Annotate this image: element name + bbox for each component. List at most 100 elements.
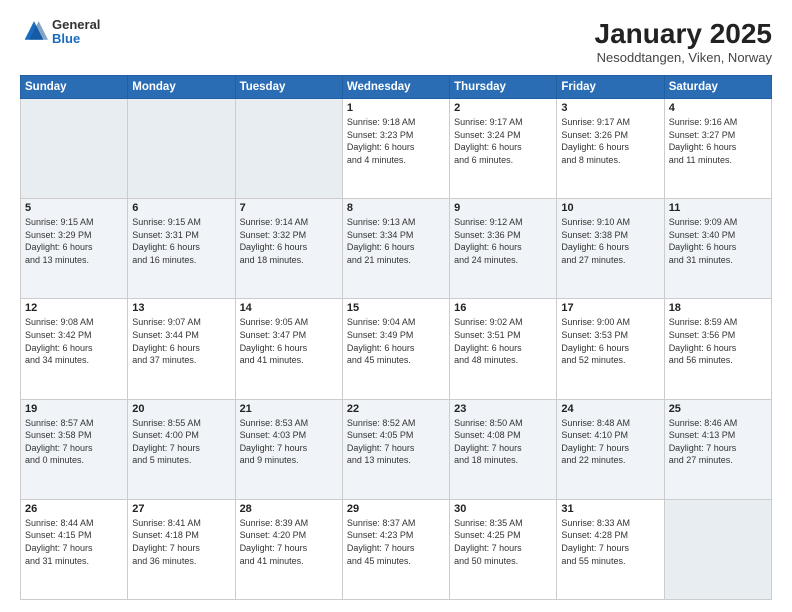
table-row: 7 Sunrise: 9:14 AM Sunset: 3:32 PM Daylig… <box>235 199 342 299</box>
table-row <box>235 99 342 199</box>
table-row: 11Sunrise: 9:09 AM Sunset: 3:40 PM Dayli… <box>664 199 771 299</box>
day-info: Sunrise: 9:09 AM Sunset: 3:40 PM Dayligh… <box>669 216 767 266</box>
table-row: 29 Sunrise: 8:37 AM Sunset: 4:23 PM Dayli… <box>342 499 449 599</box>
calendar-title: January 2025 <box>595 18 772 50</box>
day-info: Sunrise: 9:04 AM Sunset: 3:49 PM Dayligh… <box>347 316 445 366</box>
table-row: 17 Sunrise: 9:00 AM Sunset: 3:53 PM Dayli… <box>557 299 664 399</box>
day-info: Sunrise: 9:18 AM Sunset: 3:23 PM Dayligh… <box>347 116 445 166</box>
logo-general: General <box>52 18 100 32</box>
calendar-week-row: 19Sunrise: 8:57 AM Sunset: 3:58 PM Dayli… <box>21 399 772 499</box>
day-number: 14 <box>240 302 338 314</box>
day-number: 17 <box>561 302 659 314</box>
day-number: 8 <box>347 202 445 214</box>
col-tuesday: Tuesday <box>235 76 342 99</box>
day-number: 23 <box>454 403 552 415</box>
table-row: 1 Sunrise: 9:18 AM Sunset: 3:23 PM Daylig… <box>342 99 449 199</box>
day-number: 2 <box>454 102 552 114</box>
day-info: Sunrise: 9:10 AM Sunset: 3:38 PM Dayligh… <box>561 216 659 266</box>
day-info: Sunrise: 9:17 AM Sunset: 3:26 PM Dayligh… <box>561 116 659 166</box>
day-number: 22 <box>347 403 445 415</box>
day-number: 24 <box>561 403 659 415</box>
day-info: Sunrise: 8:41 AM Sunset: 4:18 PM Dayligh… <box>132 517 230 567</box>
day-number: 3 <box>561 102 659 114</box>
logo: General Blue <box>20 18 100 47</box>
day-info: Sunrise: 8:33 AM Sunset: 4:28 PM Dayligh… <box>561 517 659 567</box>
table-row: 10 Sunrise: 9:10 AM Sunset: 3:38 PM Dayli… <box>557 199 664 299</box>
table-row: 3 Sunrise: 9:17 AM Sunset: 3:26 PM Daylig… <box>557 99 664 199</box>
calendar-header-row: Sunday Monday Tuesday Wednesday Thursday… <box>21 76 772 99</box>
table-row: 2Sunrise: 9:17 AM Sunset: 3:24 PM Daylig… <box>450 99 557 199</box>
day-number: 16 <box>454 302 552 314</box>
calendar-week-row: 12Sunrise: 9:08 AM Sunset: 3:42 PM Dayli… <box>21 299 772 399</box>
table-row: 31 Sunrise: 8:33 AM Sunset: 4:28 PM Dayli… <box>557 499 664 599</box>
day-number: 10 <box>561 202 659 214</box>
day-info: Sunrise: 9:00 AM Sunset: 3:53 PM Dayligh… <box>561 316 659 366</box>
day-number: 4 <box>669 102 767 114</box>
day-info: Sunrise: 8:39 AM Sunset: 4:20 PM Dayligh… <box>240 517 338 567</box>
col-saturday: Saturday <box>664 76 771 99</box>
table-row: 6 Sunrise: 9:15 AM Sunset: 3:31 PM Daylig… <box>128 199 235 299</box>
table-row: 19Sunrise: 8:57 AM Sunset: 3:58 PM Dayli… <box>21 399 128 499</box>
table-row <box>664 499 771 599</box>
day-number: 19 <box>25 403 123 415</box>
table-row: 16Sunrise: 9:02 AM Sunset: 3:51 PM Dayli… <box>450 299 557 399</box>
day-number: 28 <box>240 503 338 515</box>
table-row: 5 Sunrise: 9:15 AM Sunset: 3:29 PM Daylig… <box>21 199 128 299</box>
day-info: Sunrise: 9:08 AM Sunset: 3:42 PM Dayligh… <box>25 316 123 366</box>
table-row: 30 Sunrise: 8:35 AM Sunset: 4:25 PM Dayli… <box>450 499 557 599</box>
col-monday: Monday <box>128 76 235 99</box>
day-number: 20 <box>132 403 230 415</box>
calendar-week-row: 1 Sunrise: 9:18 AM Sunset: 3:23 PM Daylig… <box>21 99 772 199</box>
day-info: Sunrise: 9:13 AM Sunset: 3:34 PM Dayligh… <box>347 216 445 266</box>
page: General Blue January 2025 Nesoddtangen, … <box>0 0 792 612</box>
table-row: 28 Sunrise: 8:39 AM Sunset: 4:20 PM Dayli… <box>235 499 342 599</box>
table-row: 21 Sunrise: 8:53 AM Sunset: 4:03 PM Dayli… <box>235 399 342 499</box>
table-row: 4 Sunrise: 9:16 AM Sunset: 3:27 PM Daylig… <box>664 99 771 199</box>
day-info: Sunrise: 9:05 AM Sunset: 3:47 PM Dayligh… <box>240 316 338 366</box>
day-info: Sunrise: 8:50 AM Sunset: 4:08 PM Dayligh… <box>454 417 552 467</box>
title-block: January 2025 Nesoddtangen, Viken, Norway <box>595 18 772 65</box>
day-info: Sunrise: 8:53 AM Sunset: 4:03 PM Dayligh… <box>240 417 338 467</box>
table-row <box>128 99 235 199</box>
table-row: 15Sunrise: 9:04 AM Sunset: 3:49 PM Dayli… <box>342 299 449 399</box>
day-number: 5 <box>25 202 123 214</box>
day-info: Sunrise: 9:15 AM Sunset: 3:31 PM Dayligh… <box>132 216 230 266</box>
day-number: 13 <box>132 302 230 314</box>
col-thursday: Thursday <box>450 76 557 99</box>
day-number: 1 <box>347 102 445 114</box>
calendar-subtitle: Nesoddtangen, Viken, Norway <box>595 50 772 65</box>
table-row: 9 Sunrise: 9:12 AM Sunset: 3:36 PM Daylig… <box>450 199 557 299</box>
day-info: Sunrise: 8:59 AM Sunset: 3:56 PM Dayligh… <box>669 316 767 366</box>
table-row <box>21 99 128 199</box>
day-info: Sunrise: 8:48 AM Sunset: 4:10 PM Dayligh… <box>561 417 659 467</box>
day-info: Sunrise: 9:12 AM Sunset: 3:36 PM Dayligh… <box>454 216 552 266</box>
day-number: 21 <box>240 403 338 415</box>
day-info: Sunrise: 8:37 AM Sunset: 4:23 PM Dayligh… <box>347 517 445 567</box>
col-friday: Friday <box>557 76 664 99</box>
day-info: Sunrise: 9:16 AM Sunset: 3:27 PM Dayligh… <box>669 116 767 166</box>
table-row: 13 Sunrise: 9:07 AM Sunset: 3:44 PM Dayli… <box>128 299 235 399</box>
day-info: Sunrise: 9:07 AM Sunset: 3:44 PM Dayligh… <box>132 316 230 366</box>
table-row: 8 Sunrise: 9:13 AM Sunset: 3:34 PM Daylig… <box>342 199 449 299</box>
day-number: 30 <box>454 503 552 515</box>
col-wednesday: Wednesday <box>342 76 449 99</box>
table-row: 18 Sunrise: 8:59 AM Sunset: 3:56 PM Dayli… <box>664 299 771 399</box>
day-info: Sunrise: 8:35 AM Sunset: 4:25 PM Dayligh… <box>454 517 552 567</box>
table-row: 20Sunrise: 8:55 AM Sunset: 4:00 PM Dayli… <box>128 399 235 499</box>
table-row: 12Sunrise: 9:08 AM Sunset: 3:42 PM Dayli… <box>21 299 128 399</box>
table-row: 25Sunrise: 8:46 AM Sunset: 4:13 PM Dayli… <box>664 399 771 499</box>
day-number: 26 <box>25 503 123 515</box>
logo-text: General Blue <box>52 18 100 47</box>
day-info: Sunrise: 9:14 AM Sunset: 3:32 PM Dayligh… <box>240 216 338 266</box>
day-number: 9 <box>454 202 552 214</box>
day-number: 7 <box>240 202 338 214</box>
table-row: 23 Sunrise: 8:50 AM Sunset: 4:08 PM Dayli… <box>450 399 557 499</box>
day-number: 6 <box>132 202 230 214</box>
col-sunday: Sunday <box>21 76 128 99</box>
day-number: 18 <box>669 302 767 314</box>
day-number: 31 <box>561 503 659 515</box>
day-info: Sunrise: 9:15 AM Sunset: 3:29 PM Dayligh… <box>25 216 123 266</box>
day-number: 29 <box>347 503 445 515</box>
logo-icon <box>20 18 48 46</box>
calendar-week-row: 26Sunrise: 8:44 AM Sunset: 4:15 PM Dayli… <box>21 499 772 599</box>
